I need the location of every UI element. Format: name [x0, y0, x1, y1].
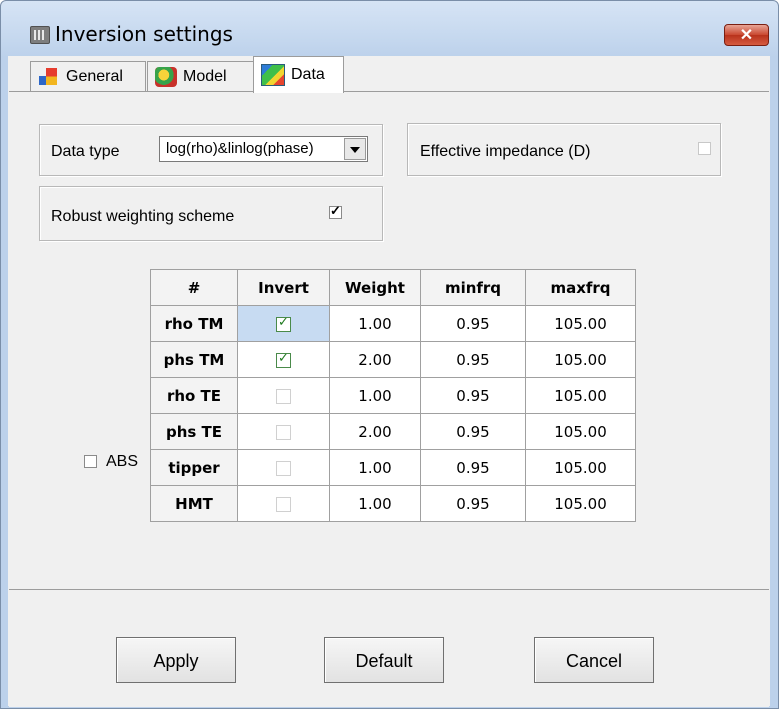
- data-type-value: log(rho)&linlog(phase): [166, 140, 314, 157]
- column-header-minfrq: minfrq: [420, 269, 526, 306]
- row-header: rho TM: [150, 305, 238, 342]
- weight-cell[interactable]: 1.00: [329, 305, 421, 342]
- invert-checkbox[interactable]: [276, 388, 291, 404]
- invert-cell[interactable]: [237, 413, 330, 450]
- table-row: HMT 1.00 0.95 105.00: [150, 485, 636, 522]
- app-icon: [30, 26, 50, 44]
- minfrq-cell[interactable]: 0.95: [420, 377, 526, 414]
- minfrq-cell[interactable]: 0.95: [420, 341, 526, 378]
- column-header-maxfrq: maxfrq: [525, 269, 636, 306]
- title-bar[interactable]: Inversion settings ✕: [1, 1, 778, 57]
- robust-weighting-label: Robust weighting scheme: [51, 208, 235, 225]
- invert-checkbox[interactable]: [276, 315, 291, 332]
- maxfrq-cell[interactable]: 105.00: [525, 377, 636, 414]
- effective-impedance-checkbox[interactable]: [698, 142, 711, 155]
- tab-general[interactable]: General: [30, 61, 146, 91]
- table-row: rho TM 1.00 0.95 105.00: [150, 305, 636, 342]
- data-type-select[interactable]: log(rho)&linlog(phase): [159, 136, 368, 162]
- invert-cell[interactable]: [237, 341, 330, 378]
- maxfrq-cell[interactable]: 105.00: [525, 485, 636, 522]
- weight-cell[interactable]: 1.00: [329, 377, 421, 414]
- invert-checkbox[interactable]: [276, 351, 291, 368]
- cancel-button[interactable]: Cancel: [534, 637, 654, 683]
- column-header-weight: Weight: [329, 269, 421, 306]
- minfrq-cell[interactable]: 0.95: [420, 485, 526, 522]
- row-header: phs TM: [150, 341, 238, 378]
- tab-data-label: Data: [291, 66, 325, 83]
- table-row: tipper 1.00 0.95 105.00: [150, 449, 636, 486]
- row-header: tipper: [150, 449, 238, 486]
- data-icon: [261, 64, 285, 86]
- tab-model-label: Model: [183, 67, 227, 85]
- invert-checkbox[interactable]: [276, 496, 291, 512]
- maxfrq-cell[interactable]: 105.00: [525, 341, 636, 378]
- weight-cell[interactable]: 1.00: [329, 449, 421, 486]
- abs-label: ABS: [106, 453, 139, 470]
- minfrq-cell[interactable]: 0.95: [420, 449, 526, 486]
- invert-cell[interactable]: [237, 305, 330, 342]
- table-row: rho TE 1.00 0.95 105.00: [150, 377, 636, 414]
- invert-checkbox[interactable]: [276, 424, 291, 440]
- table-row: phs TM 2.00 0.95 105.00: [150, 341, 636, 378]
- tab-data[interactable]: Data: [253, 56, 344, 93]
- table-row: phs TE 2.00 0.95 105.00: [150, 413, 636, 450]
- invert-cell[interactable]: [237, 485, 330, 522]
- weight-cell[interactable]: 1.00: [329, 485, 421, 522]
- minfrq-cell[interactable]: 0.95: [420, 305, 526, 342]
- tab-model[interactable]: Model: [147, 61, 255, 91]
- maxfrq-cell[interactable]: 105.00: [525, 413, 636, 450]
- maxfrq-cell[interactable]: 105.00: [525, 305, 636, 342]
- apply-button[interactable]: Apply: [116, 637, 236, 683]
- row-header: rho TE: [150, 377, 238, 414]
- abs-checkbox[interactable]: [84, 455, 97, 468]
- data-grid: # Invert Weight minfrq maxfrq rho TM 1.0…: [150, 269, 636, 522]
- invert-cell[interactable]: [237, 377, 330, 414]
- tab-general-label: General: [66, 67, 123, 85]
- data-type-label: Data type: [51, 143, 120, 160]
- grid-header-row: # Invert Weight minfrq maxfrq: [150, 269, 636, 306]
- invert-checkbox[interactable]: [276, 460, 291, 476]
- effective-impedance-label: Effective impedance (D): [420, 143, 591, 160]
- column-header-invert: Invert: [237, 269, 330, 306]
- weight-cell[interactable]: 2.00: [329, 413, 421, 450]
- robust-weighting-checkbox[interactable]: [329, 203, 342, 219]
- minfrq-cell[interactable]: 0.95: [420, 413, 526, 450]
- window-title: Inversion settings: [55, 22, 233, 46]
- model-icon: [155, 66, 177, 87]
- general-icon: [38, 67, 60, 87]
- row-header: phs TE: [150, 413, 238, 450]
- weight-cell[interactable]: 2.00: [329, 341, 421, 378]
- maxfrq-cell[interactable]: 105.00: [525, 449, 636, 486]
- column-header-name: #: [150, 269, 238, 306]
- chevron-down-icon[interactable]: [344, 138, 366, 160]
- close-button[interactable]: ✕: [724, 24, 769, 46]
- invert-cell[interactable]: [237, 449, 330, 486]
- default-button[interactable]: Default: [324, 637, 444, 683]
- row-header: HMT: [150, 485, 238, 522]
